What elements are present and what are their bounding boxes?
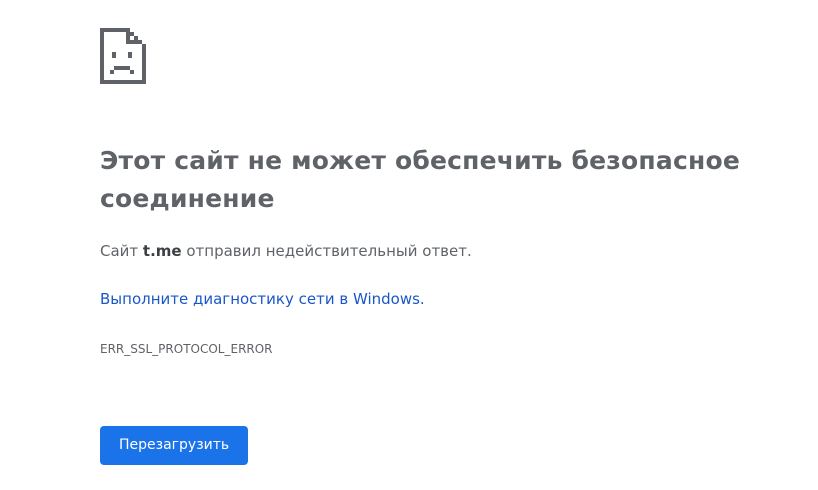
sad-page-icon — [100, 28, 146, 84]
page-title: Этот сайт не может обеспечить безопасное… — [100, 146, 740, 213]
error-message: Сайт t.me отправил недействительный отве… — [100, 240, 472, 262]
message-suffix: отправил недействительный ответ. — [181, 242, 472, 260]
network-diagnostics-link[interactable]: Выполните диагностику сети в Windows. — [100, 288, 425, 310]
message-host: t.me — [142, 242, 182, 260]
message-prefix: Сайт — [100, 242, 143, 260]
error-page: Этот сайт не может обеспечить безопасное… — [0, 0, 818, 490]
error-code: ERR_SSL_PROTOCOL_ERROR — [100, 342, 273, 356]
reload-button[interactable]: Перезагрузить — [100, 426, 249, 465]
